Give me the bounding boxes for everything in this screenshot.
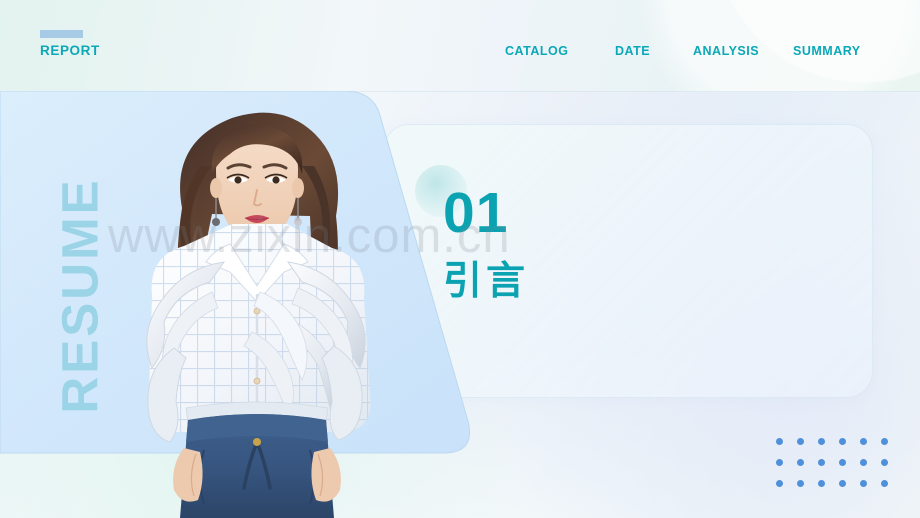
- section-number: 01: [443, 181, 509, 245]
- main-navigation[interactable]: CATALOG DATE ANALYSIS SUMMARY: [505, 43, 895, 59]
- brand-accent-bar: [40, 30, 83, 38]
- grid-dot: [839, 438, 846, 445]
- nav-item-summary[interactable]: SUMMARY: [793, 43, 869, 59]
- grid-dot: [797, 438, 804, 445]
- dot-grid-decoration: [776, 438, 902, 501]
- grid-dot: [839, 480, 846, 487]
- brand-block: REPORT: [40, 30, 100, 58]
- person-illustration: [146, 112, 371, 518]
- grid-dot: [797, 480, 804, 487]
- grid-dot: [776, 438, 783, 445]
- nav-item-catalog[interactable]: CATALOG: [505, 43, 615, 59]
- brand-label: REPORT: [40, 43, 100, 58]
- grid-dot: [881, 480, 888, 487]
- grid-dot: [860, 459, 867, 466]
- grid-dot: [839, 459, 846, 466]
- vertical-title-resume: RESUME: [51, 177, 109, 414]
- slide-canvas: REPORT CATALOG DATE ANALYSIS SUMMARY RES…: [0, 0, 920, 518]
- grid-dot: [860, 438, 867, 445]
- grid-dot: [776, 480, 783, 487]
- grid-dot: [860, 480, 867, 487]
- person-photo: [112, 96, 402, 518]
- nav-item-analysis[interactable]: ANALYSIS: [693, 43, 793, 59]
- nav-item-date[interactable]: DATE: [615, 43, 693, 59]
- section-title: 引言: [443, 260, 530, 303]
- grid-dot: [818, 480, 825, 487]
- grid-dot: [881, 459, 888, 466]
- grid-dot: [776, 459, 783, 466]
- grid-dot: [818, 459, 825, 466]
- grid-dot: [818, 438, 825, 445]
- grid-dot: [797, 459, 804, 466]
- grid-dot: [881, 438, 888, 445]
